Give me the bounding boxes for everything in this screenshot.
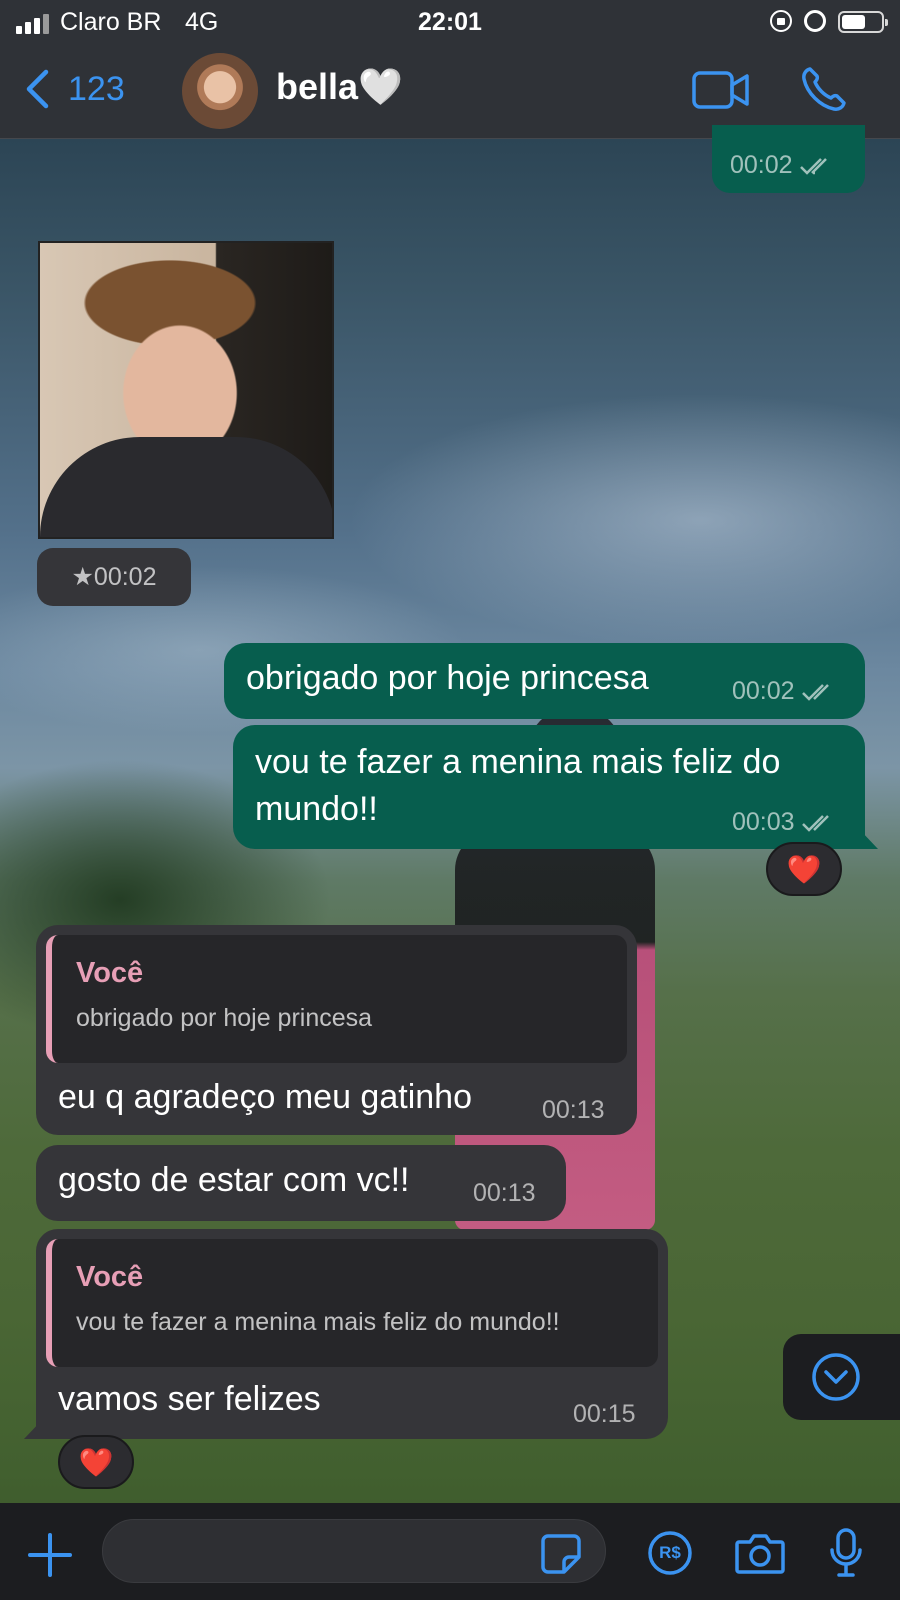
- photo-message[interactable]: [38, 241, 334, 539]
- payment-label: R$: [659, 1543, 681, 1562]
- contact-name[interactable]: bella🤍: [276, 66, 403, 108]
- quote-text: obrigado por hoje princesa: [76, 1004, 373, 1032]
- double-check-icon: [801, 683, 829, 701]
- payment-button[interactable]: R$: [648, 1531, 692, 1580]
- message-time: 00:13: [473, 1179, 536, 1207]
- reaction-badge[interactable]: ❤️: [58, 1435, 134, 1489]
- heart-icon: ❤️: [78, 1446, 114, 1478]
- message-meta: 00:03: [732, 808, 837, 837]
- reply-quote[interactable]: Você obrigado por hoje princesa: [46, 935, 627, 1063]
- contact-avatar[interactable]: [182, 53, 258, 129]
- sticker-icon: [541, 1534, 581, 1574]
- bubble-tail: [24, 1420, 42, 1439]
- back-count: 123: [68, 69, 125, 108]
- heart-icon: ❤️: [786, 853, 822, 885]
- photo-time-badge: ★ 00:02: [37, 548, 191, 606]
- battery-icon: [838, 11, 888, 33]
- quote-text: vou te fazer a menina mais feliz do mund…: [76, 1308, 560, 1336]
- star-icon: ★: [71, 563, 94, 591]
- message-meta: 00:02: [732, 677, 837, 706]
- reply-quote[interactable]: Você vou te fazer a menina mais feliz do…: [46, 1239, 658, 1367]
- message-input-bar: R$: [0, 1503, 900, 1600]
- chevron-down-circle-icon: [812, 1353, 860, 1401]
- reaction-badge[interactable]: ❤️: [766, 842, 842, 896]
- orientation-lock-icon: [770, 10, 792, 32]
- voice-message-button[interactable]: [829, 1528, 863, 1583]
- message-bubble-outgoing[interactable]: obrigado por hoje princesa 00:02: [224, 643, 865, 719]
- sticker-button[interactable]: [540, 1533, 582, 1580]
- chevron-left-icon: [26, 69, 49, 109]
- status-bar: Claro BR 4G 22:01: [0, 0, 900, 44]
- message-time: 00:03: [732, 808, 795, 836]
- camera-icon: [735, 1534, 785, 1574]
- message-time: 00:15: [573, 1400, 636, 1428]
- status-time: 22:01: [418, 8, 482, 36]
- bubble-tail: [860, 830, 878, 849]
- message-text: gosto de estar com vc!!: [58, 1161, 410, 1199]
- plus-icon: [28, 1533, 72, 1577]
- double-check-icon: [799, 157, 827, 175]
- video-call-button[interactable]: [692, 70, 750, 115]
- message-time: 00:02: [93, 562, 157, 591]
- double-check-icon: [801, 814, 829, 832]
- message-bubble-incoming[interactable]: Você vou te fazer a menina mais feliz do…: [36, 1229, 668, 1439]
- message-bubble-outgoing[interactable]: vou te fazer a menina mais feliz do mund…: [233, 725, 865, 849]
- phone-icon: [802, 67, 846, 111]
- quote-author: Você: [76, 957, 144, 989]
- message-text: eu q agradeço meu gatinho: [58, 1078, 472, 1116]
- alarm-icon: [804, 10, 826, 32]
- message-bubble-incoming[interactable]: Você obrigado por hoje princesa eu q agr…: [36, 925, 637, 1135]
- voice-call-button[interactable]: [800, 65, 848, 118]
- message-input[interactable]: [102, 1519, 606, 1583]
- video-camera-icon: [692, 71, 749, 109]
- message-time: 00:02: [730, 151, 793, 179]
- message-text: vamos ser felizes: [58, 1380, 321, 1418]
- message-time: 00:02: [732, 677, 795, 705]
- back-button[interactable]: 123: [24, 64, 125, 114]
- microphone-icon: [830, 1528, 862, 1577]
- message-time: 00:13: [542, 1096, 605, 1124]
- message-text: obrigado por hoje princesa: [246, 659, 649, 697]
- attach-button[interactable]: [28, 1533, 72, 1582]
- quote-author: Você: [76, 1261, 144, 1293]
- message-bubble-incoming[interactable]: gosto de estar com vc!! 00:13: [36, 1145, 566, 1221]
- message-meta: 00:02: [730, 151, 835, 180]
- photo-content: [40, 437, 332, 537]
- scroll-to-bottom-button[interactable]: [783, 1334, 900, 1420]
- camera-button[interactable]: [735, 1532, 785, 1579]
- message-bubble-outgoing[interactable]: 00:02: [712, 125, 865, 193]
